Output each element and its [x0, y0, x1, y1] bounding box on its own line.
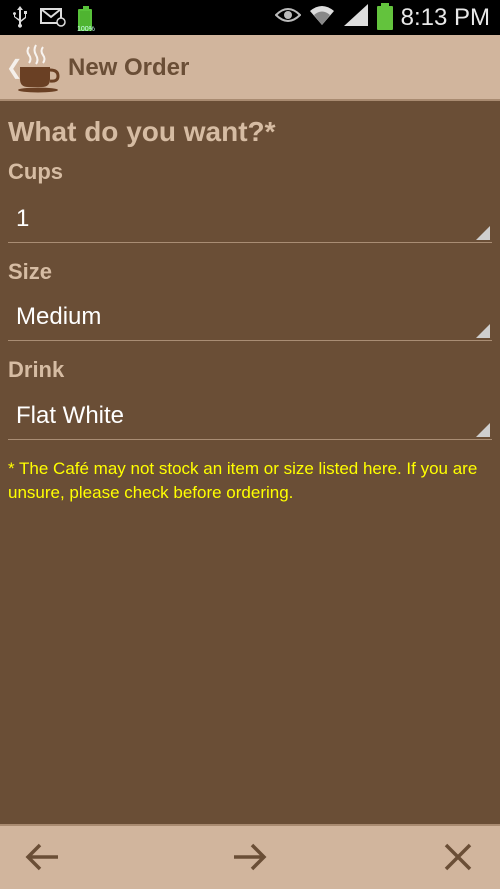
email-notification-icon — [40, 7, 66, 32]
question-heading: What do you want?* — [8, 116, 276, 147]
dropdown-triangle-icon — [476, 226, 490, 240]
next-button[interactable] — [210, 834, 290, 884]
coffee-cup-icon[interactable] — [17, 43, 63, 93]
eye-icon — [274, 6, 302, 29]
status-time: 8:13 PM — [400, 3, 490, 31]
bottom-bar — [0, 824, 500, 889]
size-spinner[interactable]: Medium — [8, 297, 492, 341]
cups-value: 1 — [16, 205, 30, 232]
size-value: Medium — [16, 303, 102, 330]
forward-arrow-icon — [232, 842, 268, 877]
back-button[interactable] — [2, 834, 82, 884]
battery-icon — [376, 2, 393, 30]
signal-icon — [343, 3, 369, 32]
dropdown-triangle-icon — [476, 423, 490, 437]
size-label: Size — [8, 259, 53, 284]
cups-label: Cups — [8, 159, 63, 184]
drink-label: Drink — [8, 357, 65, 382]
page-title: New Order — [68, 54, 190, 81]
status-bar: 100% 8:13 PM — [0, 0, 500, 35]
back-arrow-icon — [24, 842, 60, 877]
dropdown-triangle-icon — [476, 324, 490, 338]
cups-spinner[interactable]: 1 — [8, 199, 492, 243]
drink-spinner[interactable]: Flat White — [8, 396, 492, 440]
close-icon — [443, 842, 473, 877]
action-bar: ❮ New Order — [0, 35, 500, 101]
cancel-button[interactable] — [418, 834, 498, 884]
usb-icon — [12, 6, 28, 33]
battery-icon: 100% — [77, 5, 95, 33]
footnote: * The Café may not stock an item or size… — [8, 459, 478, 502]
wifi-icon — [309, 3, 335, 32]
drink-value: Flat White — [16, 402, 125, 429]
